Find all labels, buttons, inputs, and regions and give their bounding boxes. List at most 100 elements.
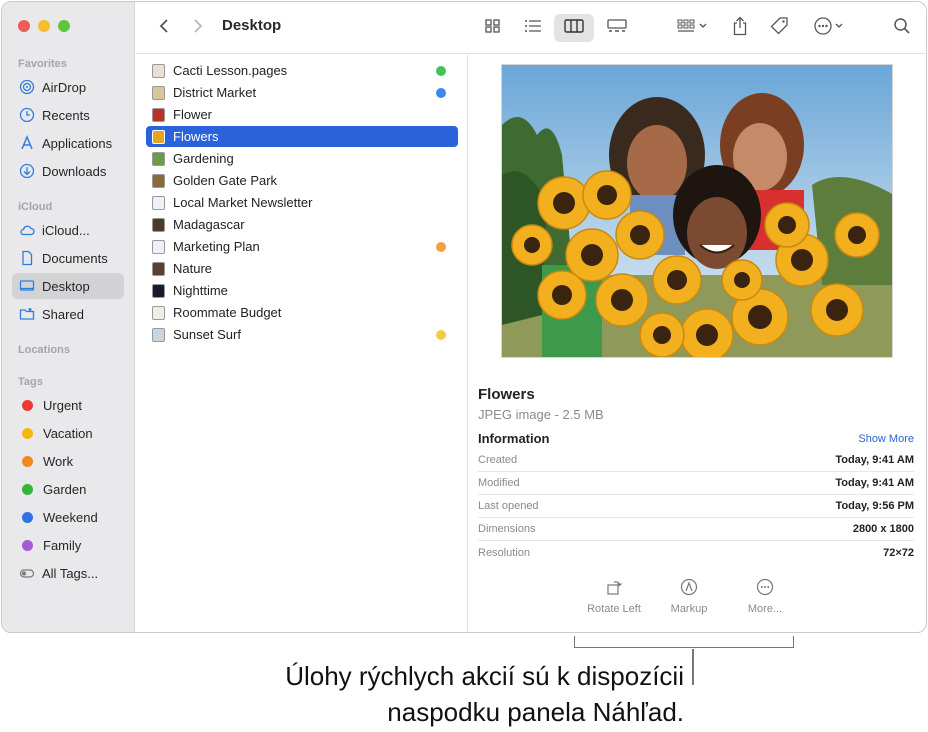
sidebar-item-label: Urgent xyxy=(43,397,83,413)
sidebar-section-locations: Locations xyxy=(18,344,70,356)
shared-folder-icon xyxy=(19,306,35,322)
document-thumbnail-icon xyxy=(152,85,165,100)
file-row[interactable]: Flower xyxy=(146,104,458,125)
tag-color-dot xyxy=(22,483,33,495)
file-name: District Market xyxy=(173,85,257,100)
file-row[interactable]: Nighttime xyxy=(146,280,458,301)
caption-line-2: naspodku panela Náhľad. xyxy=(387,697,684,727)
file-name: Local Market Newsletter xyxy=(173,195,313,210)
rotate-left-icon xyxy=(579,577,649,597)
sidebar-item-label: Family xyxy=(43,537,82,553)
sidebar-item-label: Work xyxy=(43,453,74,469)
file-row[interactable]: Golden Gate Park xyxy=(146,170,458,191)
sidebar-item-label: Applications xyxy=(42,135,113,151)
document-icon xyxy=(152,239,165,254)
file-row[interactable]: Sunset Surf xyxy=(146,324,458,345)
list-view-button[interactable] xyxy=(518,14,548,42)
info-value: Today, 9:56 PM xyxy=(835,500,914,512)
file-row[interactable]: Gardening xyxy=(146,148,458,169)
tag-color-dot xyxy=(22,455,33,467)
info-row-dimensions: Dimensions 2800 x 1800 xyxy=(478,518,914,541)
info-row-last-opened: Last opened Today, 9:56 PM xyxy=(478,495,914,518)
image-thumbnail-icon xyxy=(152,129,165,144)
forward-button[interactable] xyxy=(186,14,210,42)
sidebar-tag-all-tags[interactable]: All Tags... xyxy=(12,560,124,586)
sidebar-tag-urgent[interactable]: Urgent xyxy=(12,392,124,418)
file-row[interactable]: Cacti Lesson.pages xyxy=(146,60,458,81)
information-heading: Information xyxy=(478,431,550,446)
info-key: Modified xyxy=(478,477,520,489)
gallery-view-button[interactable] xyxy=(602,14,632,42)
sidebar-item-airdrop[interactable]: AirDrop xyxy=(12,74,124,100)
sidebar-item-desktop[interactable]: Desktop xyxy=(12,273,124,299)
file-name: Flowers xyxy=(173,129,219,144)
search-button[interactable] xyxy=(890,14,914,42)
preview-file-kind: JPEG image - 2.5 MB xyxy=(478,407,604,422)
sidebar: Favorites AirDrop Recents Applications D… xyxy=(2,2,135,632)
document-thumbnail-icon xyxy=(152,327,165,342)
file-tag-dot xyxy=(436,87,446,98)
callout-bracket xyxy=(574,636,794,648)
info-row-created: Created Today, 9:41 AM xyxy=(478,449,914,472)
cloud-icon xyxy=(19,222,35,238)
info-value: Today, 9:41 AM xyxy=(835,477,914,489)
chevron-left-icon xyxy=(157,18,171,39)
preview-pane: Flowers JPEG image - 2.5 MB Information … xyxy=(469,55,926,632)
back-button[interactable] xyxy=(152,14,176,42)
sidebar-item-recents[interactable]: Recents xyxy=(12,102,124,128)
sidebar-item-documents[interactable]: Documents xyxy=(12,245,124,271)
window-controls xyxy=(18,20,70,32)
sidebar-item-icloud-drive[interactable]: iCloud... xyxy=(12,217,124,243)
column-view-button[interactable] xyxy=(554,14,594,42)
tags-button[interactable] xyxy=(766,14,792,42)
markup-button[interactable]: Markup xyxy=(654,577,724,615)
file-tag-dot xyxy=(436,65,446,76)
action-menu-button[interactable] xyxy=(810,14,850,42)
sidebar-tag-work[interactable]: Work xyxy=(12,448,124,474)
sidebar-tag-vacation[interactable]: Vacation xyxy=(12,420,124,446)
file-row[interactable]: Local Market Newsletter xyxy=(146,192,458,213)
file-row[interactable]: Roommate Budget xyxy=(146,302,458,323)
file-name: Roommate Budget xyxy=(173,305,282,320)
file-name: Golden Gate Park xyxy=(173,173,278,188)
info-value: 72×72 xyxy=(883,546,914,559)
file-name: Nature xyxy=(173,261,213,276)
sidebar-tag-garden[interactable]: Garden xyxy=(12,476,124,502)
grid-view-icon xyxy=(484,18,502,39)
sidebar-item-downloads[interactable]: Downloads xyxy=(12,158,124,184)
callout-caption: Úlohy rýchlych akcií sú k dispozícii nas… xyxy=(285,658,684,730)
file-tag-dot xyxy=(436,241,446,252)
ellipsis-circle-icon xyxy=(813,16,847,41)
icon-view-button[interactable] xyxy=(478,14,508,42)
more-icon xyxy=(730,577,800,597)
sidebar-item-applications[interactable]: Applications xyxy=(12,130,124,156)
desktop-icon xyxy=(19,278,35,294)
show-more-link[interactable]: Show More xyxy=(858,433,914,445)
window-title: Desktop xyxy=(222,17,282,34)
sidebar-tag-family[interactable]: Family xyxy=(12,532,124,558)
share-button[interactable] xyxy=(728,14,752,42)
sidebar-tag-weekend[interactable]: Weekend xyxy=(12,504,124,530)
file-row[interactable]: District Market xyxy=(146,82,458,103)
file-row[interactable]: Madagascar xyxy=(146,214,458,235)
minimize-window-button[interactable] xyxy=(38,20,50,32)
gallery-view-icon xyxy=(606,18,628,39)
action-label: Rotate Left xyxy=(587,603,641,615)
document-thumbnail-icon xyxy=(152,151,165,166)
file-row[interactable]: Nature xyxy=(146,258,458,279)
share-icon xyxy=(732,16,748,41)
file-row[interactable]: Marketing Plan xyxy=(146,236,458,257)
file-row[interactable]: Flowers xyxy=(146,126,458,147)
more-actions-button[interactable]: More... xyxy=(730,577,800,615)
document-icon xyxy=(19,250,35,266)
close-window-button[interactable] xyxy=(18,20,30,32)
markup-icon xyxy=(654,577,724,597)
sidebar-item-label: Vacation xyxy=(43,425,93,441)
document-icon xyxy=(152,195,165,210)
group-button[interactable] xyxy=(672,14,714,42)
info-row-modified: Modified Today, 9:41 AM xyxy=(478,472,914,495)
zoom-window-button[interactable] xyxy=(58,20,70,32)
rotate-left-button[interactable]: Rotate Left xyxy=(579,577,649,615)
sidebar-item-shared[interactable]: Shared xyxy=(12,301,124,327)
file-name: Nighttime xyxy=(173,283,228,298)
